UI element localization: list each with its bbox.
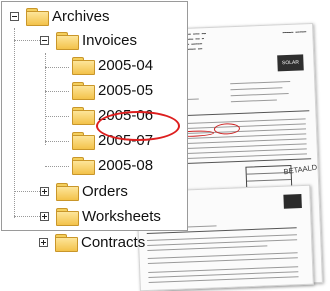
tree-node-archives[interactable]: Archives bbox=[10, 4, 110, 28]
tree-node-label: 2005-08 bbox=[98, 156, 154, 174]
folder-icon bbox=[54, 233, 78, 252]
tree-node-label: Contracts bbox=[81, 233, 146, 251]
folder-icon bbox=[71, 81, 95, 100]
expand-toggle-icon[interactable] bbox=[39, 237, 48, 247]
expand-toggle-icon[interactable] bbox=[40, 211, 49, 221]
tree-node-label: Archives bbox=[52, 7, 110, 25]
company-logo: SOLAR bbox=[277, 54, 304, 72]
folder-icon bbox=[71, 106, 95, 125]
open-folder-icon bbox=[55, 31, 79, 50]
folder-icon bbox=[71, 156, 95, 175]
tree-node-contracts[interactable]: Contracts bbox=[39, 230, 145, 254]
tree-node-2005-08[interactable]: 2005-08 bbox=[56, 153, 153, 177]
tree-node-label: 2005-05 bbox=[98, 81, 154, 99]
collapse-toggle-icon[interactable] bbox=[40, 35, 49, 45]
expand-toggle-icon[interactable] bbox=[40, 186, 49, 196]
tree-node-2005-04[interactable]: 2005-04 bbox=[56, 53, 153, 77]
tree-node-invoices[interactable]: Invoices bbox=[40, 28, 137, 52]
folder-icon bbox=[71, 131, 95, 150]
folder-icon bbox=[71, 56, 95, 75]
tree-node-worksheets[interactable]: Worksheets bbox=[40, 204, 161, 228]
tree-node-label: Orders bbox=[82, 182, 128, 200]
company-logo-front bbox=[283, 194, 302, 209]
folder-tree-panel: Archives Invoices 2005-04 2005-05 2005-0… bbox=[1, 1, 188, 231]
selection-highlight-ring bbox=[96, 111, 180, 141]
tree-node-orders[interactable]: Orders bbox=[40, 179, 128, 203]
tree-node-label: Worksheets bbox=[82, 207, 161, 225]
open-folder-icon bbox=[25, 7, 49, 26]
doc-highlight-mark bbox=[213, 122, 241, 135]
folder-icon bbox=[55, 182, 79, 201]
tree-node-label: Invoices bbox=[82, 31, 138, 49]
tree-node-label: 2005-04 bbox=[98, 56, 154, 74]
tree-node-2005-05[interactable]: 2005-05 bbox=[56, 78, 153, 102]
folder-icon bbox=[55, 207, 79, 226]
collapse-toggle-icon[interactable] bbox=[10, 11, 19, 21]
